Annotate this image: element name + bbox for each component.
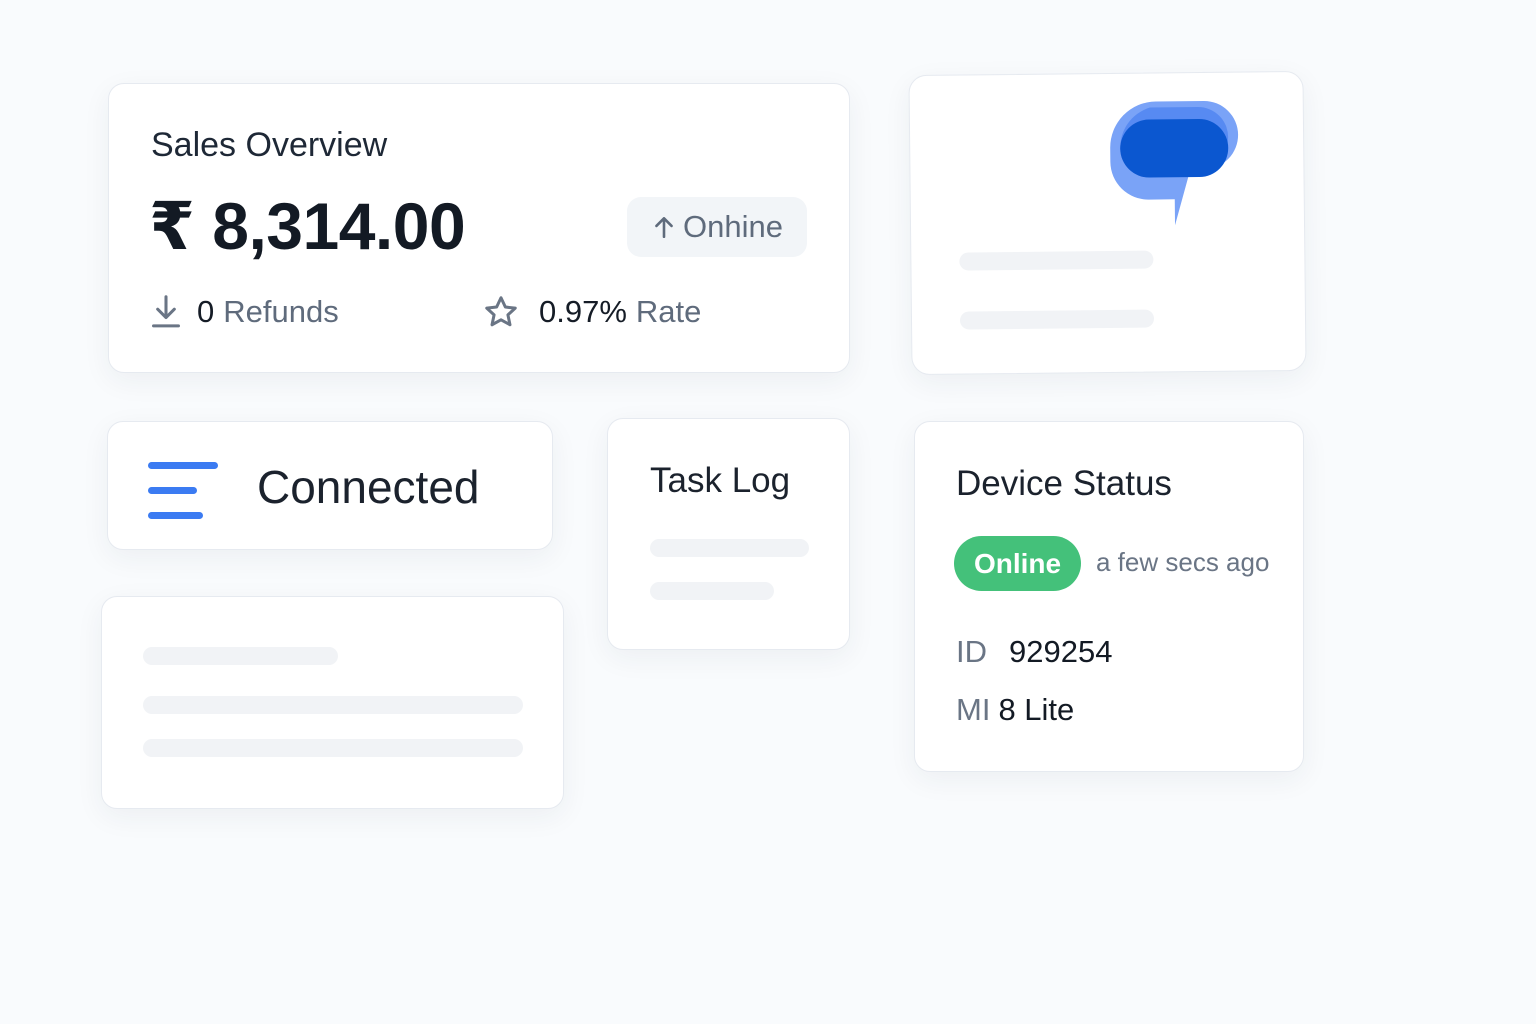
status-pill[interactable]: Onhine xyxy=(627,197,807,257)
placeholder-line xyxy=(143,696,523,714)
device-model-value: 8 Lite xyxy=(998,692,1075,727)
task-log-card[interactable]: Task Log xyxy=(607,418,850,650)
download-icon xyxy=(152,295,180,328)
last-seen-text: a few secs ago xyxy=(1096,547,1270,577)
placeholder-line xyxy=(650,539,809,557)
refunds-count: 0 xyxy=(197,294,215,329)
chat-bubble-icon xyxy=(1110,100,1239,226)
arrow-up-icon xyxy=(655,217,673,239)
device-id-row: ID 929254 xyxy=(956,634,1112,670)
menu-lines-icon xyxy=(148,462,218,519)
connection-card[interactable]: Connected xyxy=(107,421,553,550)
device-id-value: 929254 xyxy=(1009,634,1113,669)
rate-value: 0.97% xyxy=(539,294,627,329)
placeholder-line xyxy=(650,582,774,600)
device-status-title: Device Status xyxy=(956,464,1172,503)
sales-amount: ₹ 8,314.00 xyxy=(149,189,466,263)
placeholder-line xyxy=(959,250,1154,271)
device-status-card: Device Status Online a few secs ago ID 92… xyxy=(914,421,1304,772)
placeholder-line xyxy=(143,739,523,757)
connection-status-label: Connected xyxy=(257,461,480,513)
star-icon xyxy=(485,296,517,327)
rate-stat: 0.97% Rate xyxy=(483,294,701,330)
device-model-prefix: MI xyxy=(956,692,991,727)
device-model-row: MI 8 Lite xyxy=(956,692,1074,728)
task-log-title: Task Log xyxy=(650,461,791,500)
sales-overview-card: Sales Overview ₹ 8,314.00 Onhine 0 Refun… xyxy=(108,83,850,373)
device-id-label: ID xyxy=(956,634,987,669)
sales-overview-title: Sales Overview xyxy=(151,126,388,164)
placeholder-line xyxy=(959,309,1155,330)
refunds-stat: 0 Refunds xyxy=(149,294,339,330)
messages-card[interactable] xyxy=(908,70,1307,376)
status-pill-label: Onhine xyxy=(683,209,783,244)
refunds-label: Refunds xyxy=(223,294,339,329)
placeholder-line xyxy=(143,647,338,665)
online-status-badge: Online xyxy=(954,536,1081,591)
rate-label: Rate xyxy=(635,294,702,329)
placeholder-card xyxy=(101,596,564,809)
